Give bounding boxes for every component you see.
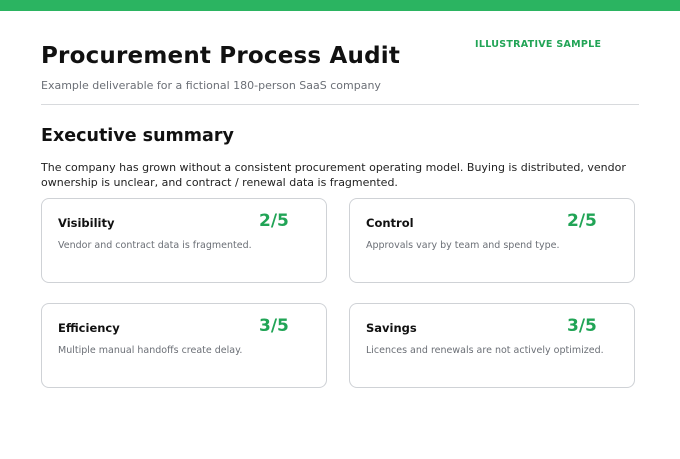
page-title: Procurement Process Audit [41, 43, 401, 69]
scorecard-efficiency: Efficiency 3/5 Multiple manual handoffs … [41, 303, 327, 388]
executive-summary-heading: Executive summary [41, 126, 234, 146]
scorecard-score: 3/5 [567, 316, 597, 336]
scorecard-savings: Savings 3/5 Licences and renewals are no… [349, 303, 635, 388]
page-subtitle: Example deliverable for a fictional 180-… [41, 79, 381, 92]
illustrative-sample-tag: ILLUSTRATIVE SAMPLE [475, 39, 602, 50]
header-divider [41, 104, 639, 105]
accent-top-bar [0, 0, 680, 11]
scorecard-score: 2/5 [567, 211, 597, 231]
scorecard-visibility: Visibility 2/5 Vendor and contract data … [41, 198, 327, 283]
scorecard-title: Visibility [58, 216, 115, 230]
scorecard-description: Licences and renewals are not actively o… [366, 345, 604, 356]
scorecard-description: Vendor and contract data is fragmented. [58, 240, 252, 251]
scorecard-score: 2/5 [259, 211, 289, 231]
scorecard-title: Control [366, 216, 414, 230]
scorecard-title: Efficiency [58, 321, 120, 335]
scorecard-title: Savings [366, 321, 417, 335]
scorecard-description: Approvals vary by team and spend type. [366, 240, 560, 251]
executive-summary-text: The company has grown without a consiste… [41, 161, 626, 189]
scorecard-score: 3/5 [259, 316, 289, 336]
scorecard-control: Control 2/5 Approvals vary by team and s… [349, 198, 635, 283]
scorecard-description: Multiple manual handoffs create delay. [58, 345, 243, 356]
